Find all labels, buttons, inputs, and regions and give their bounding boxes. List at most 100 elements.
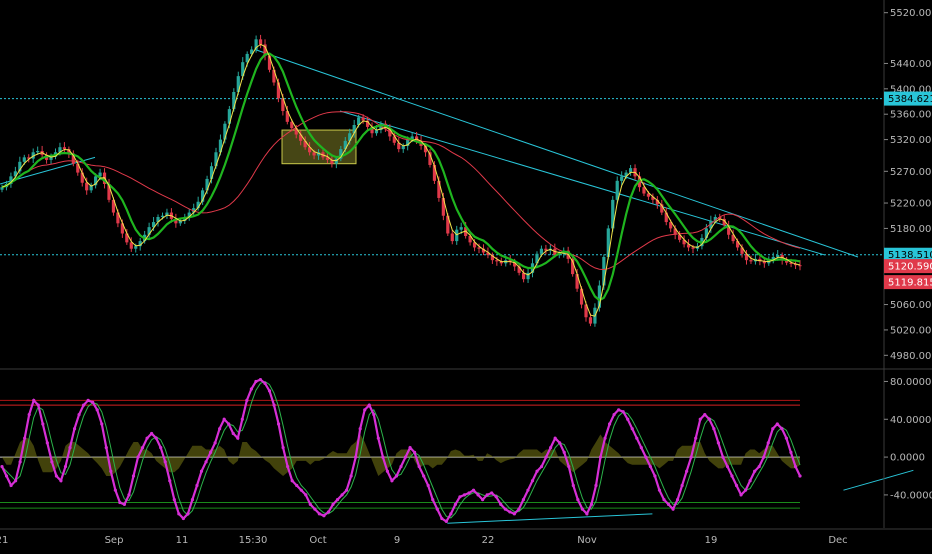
candle-body: [160, 215, 165, 217]
oscillator-point: [467, 491, 471, 495]
oscillator-point: [580, 507, 584, 511]
oscillator-point: [372, 412, 376, 417]
price-axis-tick-label: 4980.000: [890, 351, 932, 362]
oscillator-point: [549, 446, 553, 450]
oscillator-point: [753, 469, 757, 473]
oscillator-point: [159, 446, 163, 450]
oscillator-point: [82, 403, 86, 407]
candle-body: [401, 145, 405, 150]
oscillator-point: [471, 488, 476, 492]
oscillator-point: [340, 493, 344, 497]
time-axis-label: Dec: [828, 535, 847, 546]
oscillator-point: [195, 483, 199, 488]
candle-body: [437, 180, 441, 198]
price-axis-tick-label: 5220.000: [890, 199, 932, 210]
oscillator-point: [734, 483, 739, 488]
oscillator-point: [213, 441, 217, 445]
oscillator-point: [716, 441, 720, 445]
oscillator-point: [122, 502, 127, 506]
oscillator-point: [59, 479, 63, 483]
oscillator-point: [317, 512, 321, 516]
oscillator-point: [476, 493, 480, 497]
oscillator-point: [721, 455, 725, 459]
oscillator-point: [190, 498, 195, 502]
oscillator-point: [730, 474, 734, 478]
oscillator-point: [304, 493, 308, 497]
oscillator-point: [403, 455, 408, 459]
oscillator-point: [258, 377, 263, 382]
price-axis-tick-label: 5270.000: [890, 167, 932, 178]
oscillator-point: [381, 455, 385, 459]
oscillator-point: [68, 446, 72, 450]
oscillator-point: [617, 408, 621, 412]
oscillator-point: [648, 464, 652, 469]
oscillator-point: [344, 488, 349, 492]
oscillator-point: [585, 512, 589, 516]
oscillator-point: [435, 507, 439, 511]
oscillator-point: [417, 464, 421, 469]
chart-root: 5520.0005440.0005400.0005360.0005320.000…: [0, 0, 932, 550]
oscillator-point: [172, 498, 176, 502]
candle-body: [62, 147, 67, 150]
oscillator-point: [603, 436, 607, 440]
oscillator-point: [594, 483, 598, 488]
time-axis-label: 22: [482, 535, 495, 546]
oscillator-point: [208, 450, 213, 454]
candle-body: [134, 246, 138, 249]
osc-axis-tick-label: -40.0000: [890, 490, 932, 501]
oscillator-point: [494, 495, 498, 499]
oscillator-point: [798, 474, 802, 478]
oscillator-point: [440, 516, 444, 521]
oscillator-point: [544, 455, 548, 459]
oscillator-point: [685, 469, 689, 473]
oscillator-point: [521, 498, 526, 502]
oscillator-point: [163, 460, 167, 464]
oscillator-point: [236, 436, 240, 440]
oscillator-point: [390, 479, 394, 483]
oscillator-point: [576, 498, 580, 502]
oscillator-point: [571, 483, 575, 488]
oscillator-point: [512, 512, 516, 516]
oscillator-point: [517, 507, 521, 511]
oscillator-point: [689, 455, 693, 459]
candle-body: [455, 229, 459, 242]
candle-body: [450, 233, 454, 242]
oscillator-point: [363, 408, 367, 412]
candle-body: [620, 176, 624, 181]
oscillator-point: [154, 436, 158, 440]
oscillator-point: [77, 412, 81, 417]
last-price-badge-text: 5120.590: [888, 262, 932, 273]
oscillator-point: [331, 502, 335, 506]
time-axis-label: Nov: [577, 535, 597, 546]
oscillator-point: [762, 455, 766, 459]
oscillator-point: [376, 436, 380, 440]
oscillator-point: [104, 446, 108, 450]
oscillator-point: [567, 464, 571, 469]
candle-body: [691, 247, 695, 249]
price-axis-tick-label: 5060.000: [890, 300, 932, 311]
oscillator-point: [54, 474, 59, 478]
oscillator-point: [385, 469, 389, 473]
oscillator-point: [0, 464, 4, 469]
oscillator-point: [739, 493, 743, 497]
oscillator-point: [249, 387, 253, 391]
oscillator-point: [95, 408, 99, 412]
oscillator-point: [240, 417, 244, 421]
oscillator-point: [490, 491, 494, 495]
oscillator-point: [657, 488, 662, 492]
chart-svg[interactable]: 5520.0005440.0005400.0005360.0005320.000…: [0, 0, 932, 550]
oscillator-point: [290, 479, 294, 483]
oscillator-point: [485, 493, 489, 497]
candle-body: [312, 152, 316, 156]
oscillator-point: [367, 403, 371, 407]
oscillator-point: [675, 498, 680, 502]
oscillator-point: [598, 455, 603, 459]
oscillator-point: [694, 436, 698, 440]
oscillator-point: [313, 507, 317, 511]
oscillator-point: [168, 479, 172, 483]
oscillator-point: [299, 488, 303, 492]
oscillator-point: [231, 431, 235, 436]
oscillator-point: [784, 436, 788, 440]
oscillator-point: [118, 500, 122, 505]
oscillator-point: [100, 422, 104, 426]
